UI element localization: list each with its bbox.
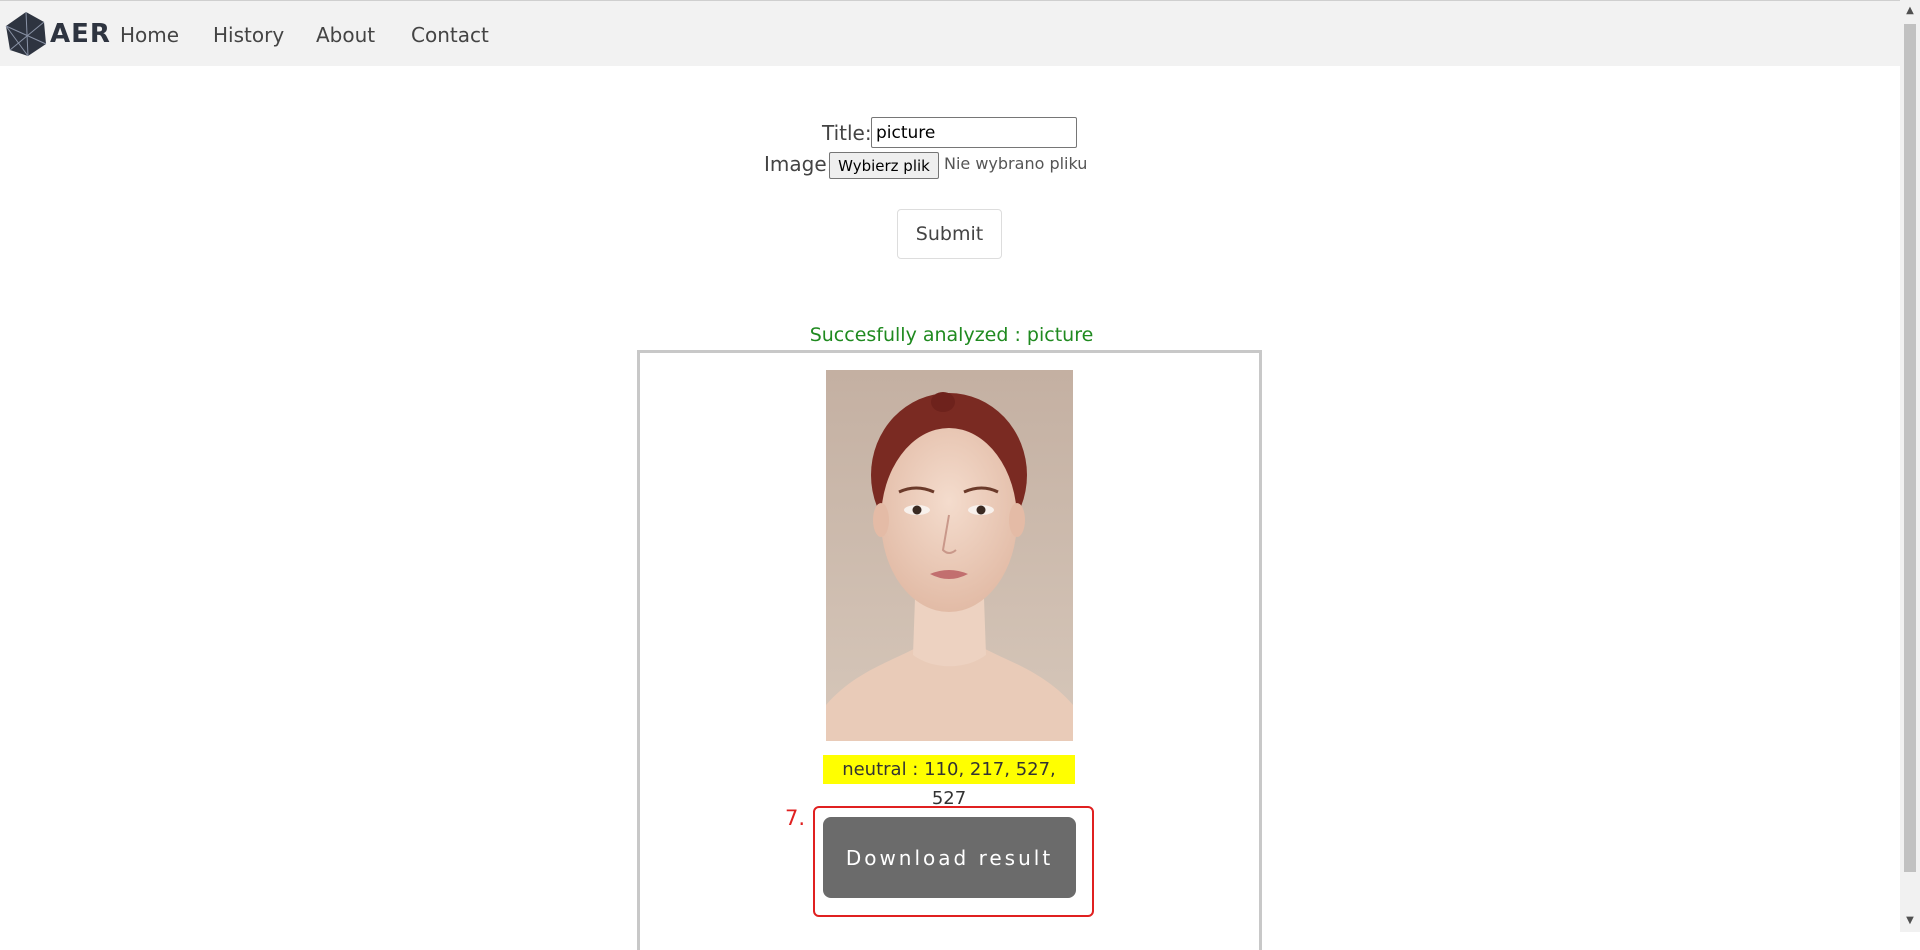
download-result-button[interactable]: Download result: [823, 817, 1076, 898]
nav-link-home[interactable]: Home: [120, 23, 179, 47]
scroll-thumb[interactable]: [1904, 24, 1916, 872]
choose-file-button[interactable]: Wybierz plik: [829, 152, 939, 179]
step-marker: 7.: [785, 806, 806, 830]
aer-logo[interactable]: AER: [4, 7, 110, 61]
image-label: Image:: [764, 152, 834, 176]
title-label: Title:: [822, 121, 872, 145]
nav-link-about[interactable]: About: [316, 23, 375, 47]
success-message: Succesfully analyzed : picture: [809, 324, 1094, 346]
detection-label: neutral : 110, 217, 527, 527: [823, 755, 1075, 809]
vertical-scrollbar[interactable]: ▲ ▼: [1900, 0, 1920, 932]
scroll-down-arrow-icon[interactable]: ▼: [1900, 912, 1920, 930]
analyzed-portrait-image: [826, 370, 1073, 741]
title-input[interactable]: [871, 117, 1077, 148]
file-status-text: Nie wybrano pliku: [944, 154, 1088, 173]
geometric-hexagon-logo-icon: [5, 11, 47, 57]
nav-link-history[interactable]: History: [213, 23, 284, 47]
nav-link-contact[interactable]: Contact: [411, 23, 489, 47]
submit-button[interactable]: Submit: [897, 209, 1002, 259]
logo-text: AER: [50, 19, 111, 49]
scroll-up-arrow-icon[interactable]: ▲: [1900, 2, 1920, 20]
top-navbar: AER Home History About Contact: [0, 0, 1900, 66]
